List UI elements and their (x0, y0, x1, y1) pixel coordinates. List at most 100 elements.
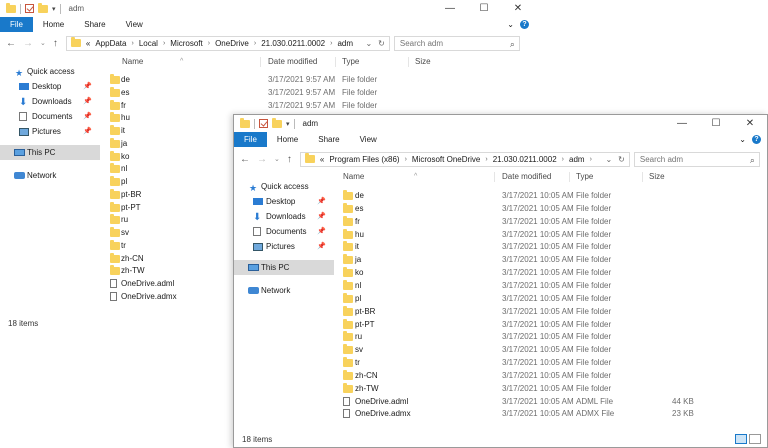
divider[interactable] (260, 57, 261, 67)
table-row[interactable]: 3/17/2021 9:57 AM File folder (268, 86, 408, 99)
table-row[interactable]: pl 3/17/2021 10:05 AM File folder (342, 292, 692, 305)
breadcrumb-version[interactable]: 21.030.0211.0002 (493, 155, 557, 164)
nav-quick-access[interactable]: ★ Quick access (0, 64, 100, 79)
properties-icon[interactable] (25, 4, 34, 13)
list-item[interactable]: pl (108, 175, 248, 188)
tab-file[interactable]: File (234, 132, 267, 147)
breadcrumb-separator-icon[interactable]: › (330, 40, 332, 47)
nav-quick-access[interactable]: ★ Quick access (234, 179, 334, 194)
nav-desktop[interactable]: Desktop 📌 (234, 194, 334, 209)
column-size[interactable]: Size (415, 55, 431, 69)
forward-arrow-icon[interactable]: → (257, 154, 267, 165)
table-row[interactable]: ru 3/17/2021 10:05 AM File folder (342, 330, 692, 343)
breadcrumb-separator-icon[interactable]: › (254, 40, 256, 47)
address-bar[interactable]: « Program Files (x86) › Microsoft OneDri… (299, 151, 630, 167)
nav-downloads[interactable]: ⬇ Downloads 📌 (0, 94, 100, 109)
tab-share[interactable]: Share (308, 132, 349, 147)
search-box[interactable]: ⌕ (393, 35, 520, 51)
table-row[interactable]: zh-CN 3/17/2021 10:05 AM File folder (342, 369, 692, 382)
tab-view[interactable]: View (350, 132, 387, 147)
list-item[interactable]: ja (108, 137, 248, 150)
breadcrumb-separator-icon[interactable]: › (562, 156, 564, 163)
back-arrow-icon[interactable]: ← (6, 38, 16, 49)
table-row[interactable]: OneDrive.adml 3/17/2021 10:05 AM ADML File… (342, 395, 694, 408)
table-row[interactable]: sv 3/17/2021 10:05 AM File folder (342, 343, 692, 356)
help-icon[interactable]: ? (752, 135, 761, 144)
customize-toolbar-chevron-icon[interactable]: ▾ (52, 5, 56, 13)
divider[interactable] (408, 57, 409, 67)
up-arrow-icon[interactable]: ↑ (287, 154, 292, 165)
list-item[interactable]: pt-BR (108, 188, 248, 201)
table-row[interactable]: ko 3/17/2021 10:05 AM File folder (342, 266, 692, 279)
breadcrumb-separator-icon[interactable]: › (485, 156, 487, 163)
divider[interactable] (335, 57, 336, 67)
list-item[interactable]: hu (108, 111, 248, 124)
address-dropdown-chevron-icon[interactable]: ⌄ (605, 155, 612, 164)
refresh-icon[interactable]: ↻ (378, 39, 385, 48)
table-row[interactable]: nl 3/17/2021 10:05 AM File folder (342, 279, 692, 292)
breadcrumb-overflow[interactable]: « (320, 155, 324, 164)
table-row[interactable]: de 3/17/2021 10:05 AM File folder (342, 189, 692, 202)
table-row[interactable]: tr 3/17/2021 10:05 AM File folder (342, 356, 692, 369)
column-name[interactable]: Name (122, 55, 143, 69)
breadcrumb-separator-icon[interactable]: › (405, 156, 407, 163)
list-item[interactable]: fr (108, 99, 248, 112)
table-row[interactable]: 3/17/2021 9:57 AM File folder (268, 99, 408, 112)
table-row[interactable]: hu 3/17/2021 10:05 AM File folder (342, 228, 692, 241)
column-date-modified[interactable]: Date modified (502, 170, 551, 184)
list-item[interactable]: OneDrive.adml (108, 277, 248, 290)
list-item[interactable]: ko (108, 150, 248, 163)
column-type[interactable]: Type (342, 55, 359, 69)
address-bar[interactable]: « AppData › Local › Microsoft › OneDrive… (65, 35, 390, 51)
maximize-button[interactable]: ☐ (467, 0, 501, 17)
large-icons-view-icon[interactable] (749, 434, 761, 444)
list-item[interactable]: pt-PT (108, 201, 248, 214)
recent-locations-chevron-icon[interactable]: ⌄ (274, 155, 280, 163)
list-item[interactable]: nl (108, 162, 248, 175)
minimize-button[interactable]: — (665, 115, 699, 132)
up-arrow-icon[interactable]: ↑ (53, 38, 58, 49)
table-row[interactable]: pt-PT 3/17/2021 10:05 AM File folder (342, 318, 692, 331)
list-item[interactable]: sv (108, 226, 248, 239)
breadcrumb-microsoft-onedrive[interactable]: Microsoft OneDrive (412, 155, 480, 164)
list-item[interactable]: ru (108, 213, 248, 226)
table-row[interactable]: pt-BR 3/17/2021 10:05 AM File folder (342, 305, 692, 318)
nav-documents[interactable]: Documents 📌 (0, 109, 100, 124)
new-folder-icon[interactable] (272, 117, 282, 128)
breadcrumb-separator-icon[interactable]: › (163, 40, 165, 47)
nav-downloads[interactable]: ⬇ Downloads 📌 (234, 209, 334, 224)
breadcrumb-program-files[interactable]: Program Files (x86) (329, 155, 399, 164)
divider[interactable] (494, 172, 495, 182)
recent-locations-chevron-icon[interactable]: ⌄ (40, 39, 46, 47)
expand-ribbon-chevron-icon[interactable]: ⌄ (507, 20, 514, 29)
help-icon[interactable]: ? (520, 20, 529, 29)
nav-pictures[interactable]: Pictures 📌 (234, 239, 334, 254)
divider[interactable] (642, 172, 643, 182)
search-box[interactable]: ⌕ (633, 151, 760, 167)
column-type[interactable]: Type (576, 170, 593, 184)
expand-ribbon-chevron-icon[interactable]: ⌄ (739, 135, 746, 144)
customize-toolbar-chevron-icon[interactable]: ▾ (286, 120, 290, 128)
table-row[interactable]: es 3/17/2021 10:05 AM File folder (342, 202, 692, 215)
forward-arrow-icon[interactable]: → (23, 38, 33, 49)
breadcrumb-separator-icon[interactable]: › (208, 40, 210, 47)
list-item[interactable]: OneDrive.admx (108, 290, 248, 303)
table-row[interactable]: OneDrive.admx 3/17/2021 10:05 AM ADMX File… (342, 407, 694, 420)
search-input[interactable] (639, 154, 754, 164)
minimize-button[interactable]: — (433, 0, 467, 17)
refresh-icon[interactable]: ↻ (618, 155, 625, 164)
breadcrumb-adm[interactable]: adm (569, 155, 585, 164)
close-button[interactable]: ✕ (501, 0, 535, 17)
nav-documents[interactable]: Documents 📌 (234, 224, 334, 239)
maximize-button[interactable]: ☐ (699, 115, 733, 132)
table-row[interactable]: it 3/17/2021 10:05 AM File folder (342, 240, 692, 253)
list-item[interactable]: de (108, 73, 248, 86)
breadcrumb-local[interactable]: Local (139, 39, 158, 48)
table-row[interactable]: ja 3/17/2021 10:05 AM File folder (342, 253, 692, 266)
search-input[interactable] (399, 38, 514, 48)
nav-network[interactable]: Network (0, 168, 100, 183)
nav-pictures[interactable]: Pictures 📌 (0, 124, 100, 139)
table-row[interactable]: fr 3/17/2021 10:05 AM File folder (342, 215, 692, 228)
tab-home[interactable]: Home (267, 132, 308, 147)
nav-this-pc[interactable]: This PC (0, 145, 100, 160)
